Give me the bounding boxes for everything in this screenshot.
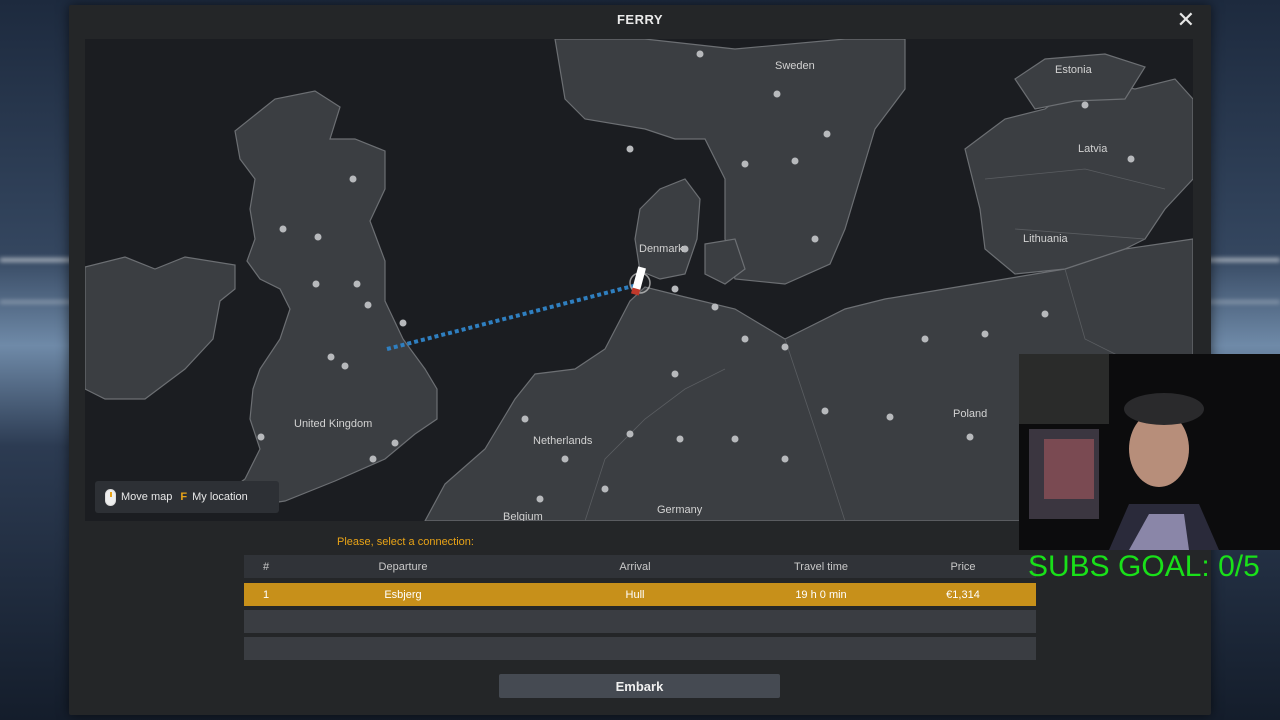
cell-arrival: Hull — [625, 588, 645, 601]
label-poland: Poland — [953, 408, 988, 420]
label-germany: Germany — [657, 504, 703, 516]
label-denmark: Denmark — [639, 243, 684, 255]
label-sweden: Sweden — [775, 60, 815, 72]
header-travel-time: Travel time — [794, 560, 848, 573]
header-arrival: Arrival — [619, 560, 651, 573]
my-location-hint[interactable]: F My location — [180, 491, 247, 503]
close-icon[interactable]: ✕ — [1177, 9, 1195, 31]
cell-num: 1 — [262, 588, 270, 601]
table-row[interactable]: 1 Esbjerg Hull 19 h 0 min €1,314 — [244, 583, 1036, 606]
land-ireland — [85, 256, 236, 400]
subs-goal-overlay: SUBS GOAL: 0/5 — [1028, 550, 1260, 583]
cell-price: €1,314 — [946, 588, 980, 601]
webcam-feed — [1019, 354, 1280, 550]
label-belgium: Belgium — [503, 511, 543, 521]
cell-departure: Esbjerg — [384, 588, 422, 601]
land-great-britain — [213, 90, 438, 508]
connection-table: # Departure Arrival Travel time Price 1 … — [244, 555, 1036, 660]
mouse-icon — [105, 488, 116, 506]
webcam-overlay — [1019, 354, 1280, 550]
label-estonia: Estonia — [1055, 64, 1092, 76]
header-num: # — [262, 560, 270, 573]
label-netherlands: Netherlands — [533, 435, 593, 447]
land-denmark — [634, 178, 701, 280]
table-row-empty — [244, 637, 1036, 660]
cell-travel-time: 19 h 0 min — [795, 588, 847, 601]
move-map-label: Move map — [121, 491, 173, 503]
table-header: # Departure Arrival Travel time Price — [244, 555, 1036, 578]
map-controls-legend: Move map F My location — [95, 481, 279, 513]
header-departure: Departure — [378, 560, 428, 573]
table-row-empty — [244, 610, 1036, 633]
header-price: Price — [950, 560, 976, 573]
my-location-label: My location — [192, 491, 248, 503]
key-f-icon: F — [180, 491, 188, 503]
dialog-title: FERRY — [616, 12, 664, 27]
embark-button[interactable]: Embark — [499, 674, 780, 698]
label-latvia: Latvia — [1078, 143, 1108, 155]
ferry-route — [386, 283, 638, 351]
label-united-kingdom: United Kingdom — [294, 418, 373, 430]
move-map-hint: Move map — [105, 488, 173, 506]
connection-prompt: Please, select a connection: — [337, 536, 474, 548]
label-lithuania: Lithuania — [1023, 233, 1068, 245]
